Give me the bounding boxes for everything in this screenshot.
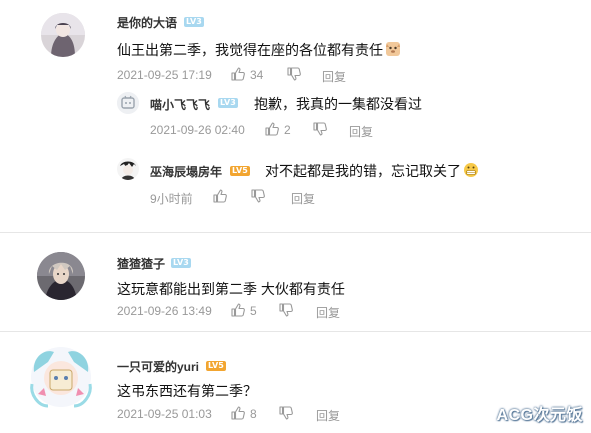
username[interactable]: 巫海辰塌房年 [150, 163, 222, 180]
level-badge: LV3 [184, 17, 204, 27]
avatar[interactable] [37, 252, 85, 300]
timestamp: 9小时前 [150, 192, 193, 206]
reply-text-body: 对不起都是我的错，忘记取关了 [265, 163, 461, 179]
dislike-icon[interactable] [286, 66, 302, 82]
avatar[interactable] [41, 13, 85, 57]
reply-text: 对不起都是我的错，忘记取关了 [265, 161, 479, 181]
comment-text-body: 仙王出第二季，我觉得在座的各位都有责任 [117, 42, 383, 58]
like-icon[interactable] [212, 188, 228, 204]
dislike-icon[interactable] [312, 121, 328, 137]
level-badge: LV5 [206, 361, 226, 371]
dislike-icon[interactable] [278, 405, 294, 421]
like-count: 8 [250, 407, 257, 421]
comment-text: 这玩意都能出到第二季 大伙都有责任 [117, 281, 345, 297]
reply-button[interactable]: 回复 [316, 407, 340, 424]
timestamp: 2021-09-25 01:03 [117, 407, 212, 421]
grimace-emoji-icon [463, 162, 479, 178]
dog-emoji-icon [385, 41, 401, 57]
like-icon[interactable] [264, 121, 280, 137]
timestamp: 2021-09-26 02:40 [150, 123, 245, 137]
divider [0, 331, 591, 332]
timestamp: 2021-09-25 17:19 [117, 68, 212, 82]
dislike-icon[interactable] [278, 302, 294, 318]
divider [0, 232, 591, 233]
like-icon[interactable] [230, 405, 246, 421]
reply-button[interactable]: 回复 [316, 304, 340, 321]
username[interactable]: 一只可爱的yuri [117, 358, 199, 375]
timestamp: 2021-09-26 13:49 [117, 304, 212, 318]
level-badge: LV3 [171, 258, 191, 268]
like-count: 2 [284, 123, 291, 137]
like-count: 34 [250, 68, 264, 82]
like-icon[interactable] [230, 302, 246, 318]
dislike-icon[interactable] [250, 188, 266, 204]
reply-button[interactable]: 回复 [349, 123, 373, 140]
reply-button[interactable]: 回复 [291, 190, 315, 207]
level-badge: LV5 [230, 166, 250, 176]
comment-text: 这弔东西还有第二季？ [117, 383, 257, 399]
level-badge: LV3 [218, 98, 238, 108]
avatar[interactable] [117, 158, 139, 180]
comment-text: 仙王出第二季，我觉得在座的各位都有责任 [117, 40, 401, 60]
username[interactable]: 猹猹猹子 [117, 255, 165, 272]
avatar[interactable] [28, 344, 94, 410]
username[interactable]: 是你的大语 [117, 14, 177, 31]
watermark: ACG次元饭 [496, 407, 583, 424]
like-count: 5 [250, 304, 257, 318]
username[interactable]: 喵小飞飞飞 [150, 96, 210, 113]
like-icon[interactable] [230, 66, 246, 82]
reply-text: 抱歉，我真的一集都没看过 [254, 96, 422, 112]
reply-button[interactable]: 回复 [322, 68, 346, 85]
avatar[interactable] [117, 92, 139, 114]
